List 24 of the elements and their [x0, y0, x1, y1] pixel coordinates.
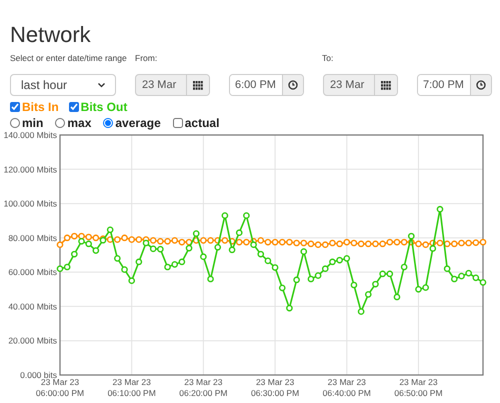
- axis-label: 120.000 Mbits: [4, 164, 57, 174]
- series-label: Bits In: [22, 98, 59, 116]
- axis-label: 23 Mar 23 06:30:00 PM: [250, 377, 300, 397]
- axis-label: 40.000 Mbits: [8, 301, 57, 312]
- axis-label: 23 Mar 23 06:20:00 PM: [179, 377, 228, 397]
- series-label: Bits Out: [80, 98, 128, 116]
- axis-label: 23 Mar 23 06:00:00 PM: [36, 377, 84, 397]
- axis-label: 20.000 Mbits: [8, 336, 57, 346]
- from-label: From:: [135, 52, 158, 64]
- axis-label: 140.000 Mbits: [4, 130, 57, 140]
- axis-label: 0.000 bits: [20, 370, 57, 380]
- mode-label: max: [67, 114, 92, 132]
- page-title: Network: [10, 22, 91, 48]
- axis-label: 80.000 Mbits: [8, 232, 57, 243]
- axis-label: 100.000 Mbits: [4, 198, 57, 209]
- range-label: Select or enter date/time range: [10, 52, 128, 64]
- axis-label: 60.000 Mbits: [8, 267, 57, 278]
- mode-label: min: [22, 114, 44, 132]
- mode-label: average: [115, 114, 161, 132]
- mode-label: actual: [184, 114, 220, 132]
- axis-label: 23 Mar 23 06:50:00 PM: [394, 377, 443, 397]
- axis-label: 23 Mar 23 06:10:00 PM: [108, 377, 156, 397]
- to-label: To:: [322, 52, 334, 64]
- axis-label: 23 Mar 23 06:40:00 PM: [322, 377, 371, 397]
